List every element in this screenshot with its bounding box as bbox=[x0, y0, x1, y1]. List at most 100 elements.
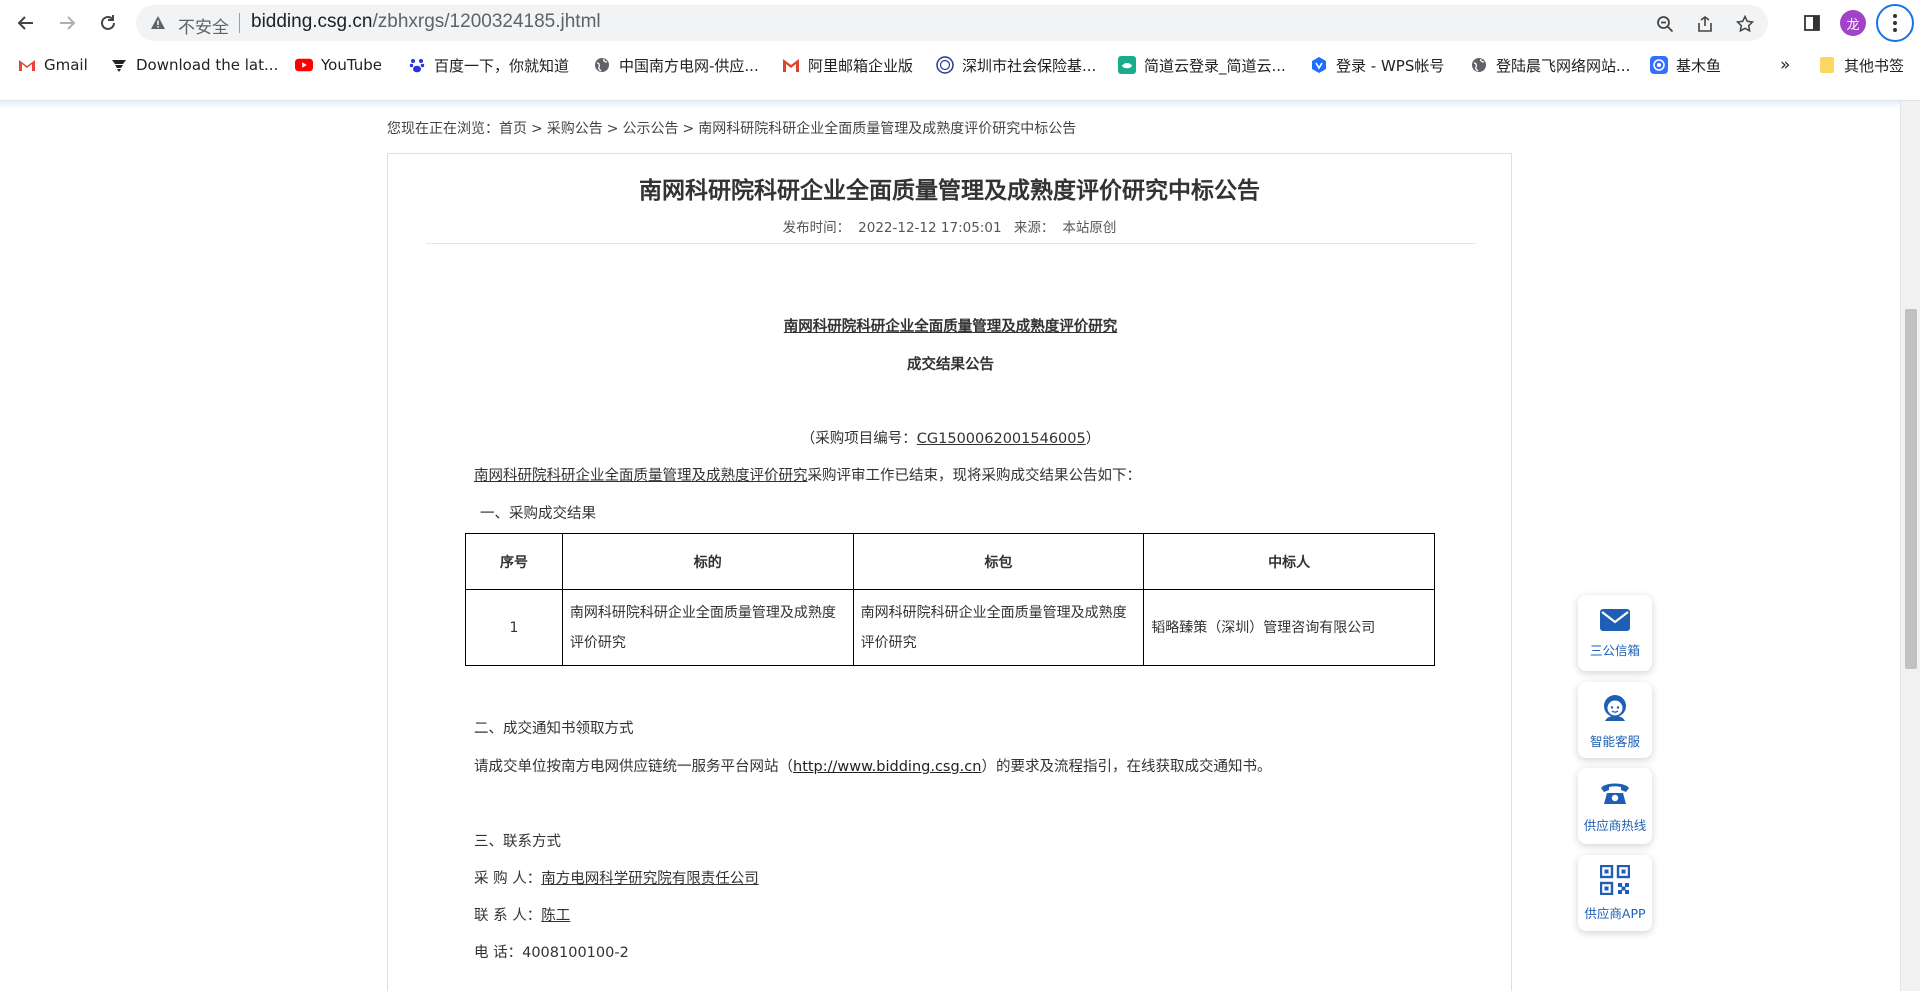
phone-line: 电 话：4008100100-2 bbox=[474, 941, 629, 962]
wps-icon bbox=[1310, 56, 1328, 74]
breadcrumb-home[interactable]: 首页 bbox=[499, 121, 527, 137]
supplier-app-button[interactable]: 供应商APP bbox=[1578, 855, 1652, 931]
insecure-label[interactable]: 不安全 bbox=[178, 13, 229, 38]
globe-icon bbox=[593, 56, 611, 74]
bookmark-chenfei[interactable]: 登陆晨飞网络网站... bbox=[1470, 54, 1630, 76]
reload-icon[interactable] bbox=[94, 9, 122, 37]
address-bar-actions bbox=[1652, 11, 1758, 37]
project-number-prefix: （采购项目编号： bbox=[800, 431, 917, 447]
bookmark-label: 深圳市社会保险基... bbox=[962, 56, 1097, 75]
mailbox-label: 三公信箱 bbox=[1589, 642, 1640, 658]
address-separator bbox=[239, 13, 240, 33]
breadcrumb-public-notice[interactable]: 公示公告 bbox=[622, 121, 678, 137]
jiandaoyun-icon bbox=[1118, 56, 1136, 74]
publish-meta: 发布时间： 2022-12-12 17:05:01 来源： 本站原创 bbox=[388, 216, 1511, 236]
zoom-icon[interactable] bbox=[1652, 11, 1678, 37]
phone-icon bbox=[1599, 779, 1631, 811]
share-icon[interactable] bbox=[1692, 11, 1718, 37]
address-bar[interactable]: 不安全 bidding.csg.cn/zbhxrgs/1200324185.jh… bbox=[136, 5, 1768, 41]
bookmark-shenzhen-insurance[interactable]: 深圳市社会保险基... bbox=[936, 54, 1096, 76]
section-2-text-b: ）的要求及流程指引，在线获取成交通知书。 bbox=[981, 759, 1272, 775]
globe-icon bbox=[1470, 56, 1488, 74]
buyer-label: 采 购 人： bbox=[474, 871, 542, 887]
bookmark-label: YouTube bbox=[321, 56, 382, 74]
jimuyu-icon bbox=[1650, 56, 1668, 74]
back-icon[interactable] bbox=[12, 9, 40, 37]
contact-value: 陈工 bbox=[541, 908, 571, 924]
table-row: 1 南网科研院科研企业全面质量管理及成熟度评价研究 南网科研院科研企业全面质量管… bbox=[465, 589, 1435, 666]
qr-code-icon bbox=[1599, 864, 1631, 899]
source-value: 本站原创 bbox=[1062, 220, 1117, 236]
mailbox-button[interactable]: 三公信箱 bbox=[1578, 595, 1652, 671]
publish-time-label: 发布时间： bbox=[782, 220, 851, 236]
bookmark-other-folder[interactable]: 其他书签 bbox=[1818, 54, 1904, 76]
url-text[interactable]: bidding.csg.cn/zbhxrgs/1200324185.jhtml bbox=[251, 11, 601, 33]
page-title: 南网科研院科研企业全面质量管理及成熟度评价研究中标公告 bbox=[639, 178, 1260, 204]
section-2-heading: 二、成交通知书领取方式 bbox=[474, 721, 634, 737]
url-host: bidding.csg.cn bbox=[251, 11, 373, 32]
youtube-icon bbox=[295, 56, 313, 74]
browser-menu-icon[interactable] bbox=[1876, 4, 1914, 42]
bookmark-label: 登陆晨飞网络网站... bbox=[1496, 56, 1631, 75]
warning-icon[interactable] bbox=[150, 15, 166, 35]
breadcrumb-separator: > bbox=[531, 121, 543, 137]
supplier-app-label: 供应商APP bbox=[1584, 905, 1646, 921]
bookmark-download[interactable]: Download the lat... bbox=[110, 54, 278, 76]
project-number-suffix: ） bbox=[1085, 431, 1101, 447]
customer-service-button[interactable]: 智能客服 bbox=[1578, 682, 1652, 758]
breadcrumb-separator: > bbox=[606, 121, 619, 137]
phone-value: 4008100100-2 bbox=[522, 945, 629, 961]
bookmark-baidu[interactable]: 百度一下，你就知道 bbox=[408, 54, 569, 76]
aliyun-mail-icon bbox=[782, 56, 800, 74]
side-panel-icon[interactable] bbox=[1798, 9, 1826, 37]
bidding-site-link[interactable]: http://www.bidding.csg.cn bbox=[793, 759, 981, 775]
bookmark-label: Download the lat... bbox=[136, 56, 279, 74]
table-header-row: 序号 标的 标包 中标人 bbox=[465, 533, 1435, 590]
page-scrollbar[interactable] bbox=[1900, 101, 1920, 991]
cell-package: 南网科研院科研企业全面质量管理及成熟度评价研究 bbox=[852, 589, 1145, 666]
breadcrumb-current: 南网科研院科研企业全面质量管理及成熟度评价研究中标公告 bbox=[698, 121, 1077, 137]
bookmarks-bar: Gmail Download the lat... YouTube 百度一下，你… bbox=[0, 48, 1920, 82]
bookmark-csg[interactable]: 中国南方电网-供应... bbox=[593, 54, 759, 76]
breadcrumb: 您现在正在浏览：首页 > 采购公告 > 公示公告 > 南网科研院科研企业全面质量管理及成熟度… bbox=[387, 118, 1080, 138]
bookmark-wps[interactable]: 登录 - WPS帐号 bbox=[1310, 54, 1444, 76]
bookmark-label: 中国南方电网-供应... bbox=[619, 56, 759, 75]
browser-chrome: 不安全 bidding.csg.cn/zbhxrgs/1200324185.jh… bbox=[0, 0, 1920, 101]
project-number: （采购项目编号：CG1500062001546005） bbox=[388, 427, 1513, 448]
mail-icon bbox=[1599, 608, 1631, 636]
title-divider bbox=[426, 243, 1476, 244]
profile-avatar[interactable]: 龙 bbox=[1840, 10, 1866, 36]
scrollbar-thumb[interactable] bbox=[1905, 309, 1917, 669]
phone-label: 电 话： bbox=[474, 945, 523, 961]
cell-winner: 韬略臻策（深圳）管理咨询有限公司 bbox=[1143, 589, 1435, 666]
cell-index: 1 bbox=[465, 589, 563, 666]
breadcrumb-separator: > bbox=[682, 121, 695, 137]
bookmark-jimuyu[interactable]: 基木鱼 bbox=[1650, 54, 1721, 76]
project-name-heading: 南网科研院科研企业全面质量管理及成熟度评价研究 bbox=[783, 319, 1118, 335]
section-1-heading: 一、采购成交结果 bbox=[480, 506, 596, 522]
supplier-hotline-button[interactable]: 供应商热线 bbox=[1578, 768, 1652, 844]
bookmark-alimail[interactable]: 阿里邮箱企业版 bbox=[782, 54, 913, 76]
publish-time: 2022-12-12 17:05:01 bbox=[858, 220, 1002, 236]
cell-subject: 南网科研院科研企业全面质量管理及成熟度评价研究 bbox=[561, 589, 854, 666]
bookmark-youtube[interactable]: YouTube bbox=[295, 54, 382, 76]
col-header-winner: 中标人 bbox=[1143, 533, 1435, 590]
bookmarks-overflow-button[interactable]: » bbox=[1780, 54, 1790, 76]
col-header-index: 序号 bbox=[465, 533, 563, 590]
bookmark-jiandaoyun[interactable]: 简道云登录_简道云... bbox=[1118, 54, 1286, 76]
supplier-hotline-label: 供应商热线 bbox=[1583, 817, 1647, 833]
buyer-line: 采 购 人：南方电网科学研究院有限责任公司 bbox=[474, 867, 759, 888]
announcement-card: 南网科研院科研企业全面质量管理及成熟度评价研究中标公告 发布时间： 2022-12… bbox=[387, 153, 1512, 991]
breadcrumb-procurement[interactable]: 采购公告 bbox=[547, 121, 603, 137]
seal-icon bbox=[936, 56, 954, 74]
section-2-text: 请成交单位按南方电网供应链统一服务平台网站（http://www.bidding… bbox=[474, 755, 1271, 776]
bookmark-star-icon[interactable] bbox=[1732, 11, 1758, 37]
intro-paragraph: 南网科研院科研企业全面质量管理及成熟度评价研究采购评审工作已结束，现将采购成交结… bbox=[474, 464, 1141, 485]
baidu-icon bbox=[408, 56, 426, 74]
section-3-heading: 三、联系方式 bbox=[474, 834, 561, 850]
source-label: 来源： bbox=[1013, 220, 1055, 236]
bookmark-label: 其他书签 bbox=[1844, 56, 1905, 75]
result-heading: 成交结果公告 bbox=[907, 357, 994, 373]
forward-icon[interactable] bbox=[53, 9, 81, 37]
bookmark-gmail[interactable]: Gmail bbox=[18, 54, 88, 76]
